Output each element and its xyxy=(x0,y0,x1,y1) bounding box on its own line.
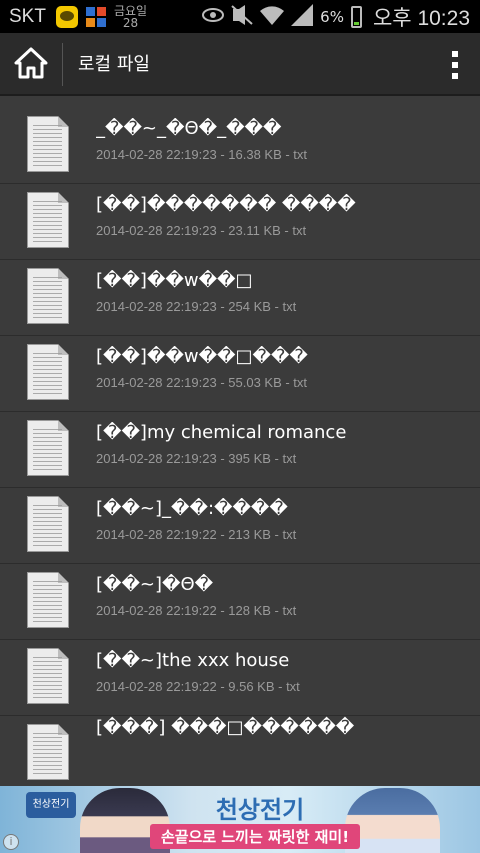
battery-percent: 6% xyxy=(320,7,344,26)
file-meta: 2014-02-28 22:19:23 - 55.03 KB - txt xyxy=(96,375,308,390)
list-item[interactable]: [��~]the xxx house 2014-02-28 22:19:22 -… xyxy=(0,640,480,716)
action-bar-divider xyxy=(62,43,63,86)
text-file-icon xyxy=(27,420,69,476)
kakaotalk-icon xyxy=(55,5,78,28)
app-block-icon xyxy=(85,6,106,27)
list-item[interactable]: [��]��w��□��� 2014-02-28 22:19:23 - 55.0… xyxy=(0,336,480,412)
overflow-menu-button[interactable] xyxy=(430,33,480,96)
eye-icon xyxy=(202,7,225,27)
file-name: [��]my chemical romance xyxy=(96,422,347,443)
text-file-icon xyxy=(27,192,69,248)
file-name: _��~_�Θ�_��� xyxy=(96,118,282,139)
overflow-dot xyxy=(452,72,458,79)
list-item[interactable]: [��]������� ���� 2014-02-28 22:19:23 - 2… xyxy=(0,184,480,260)
overflow-dot xyxy=(452,61,458,68)
carrier-label: SKT xyxy=(9,5,46,27)
clock: 오후 10:23 xyxy=(372,6,470,30)
list-item[interactable]: [���] ���□������ xyxy=(0,716,480,786)
file-meta: 2014-02-28 22:19:22 - 9.56 KB - txt xyxy=(96,679,300,694)
text-file-icon xyxy=(27,572,69,628)
ad-title: 천상전기 xyxy=(215,796,305,824)
ad-banner[interactable]: 천상전기 천상전기 손끝으로 느끼는 짜릿한 재미! i xyxy=(0,786,480,853)
file-meta: 2014-02-28 22:19:23 - 254 KB - txt xyxy=(96,299,297,314)
text-file-icon xyxy=(27,344,69,400)
weekday-label: 금요일 xyxy=(113,3,148,18)
ad-logo: 천상전기 xyxy=(26,792,76,818)
list-item[interactable]: _��~_�Θ�_��� 2014-02-28 22:19:23 - 16.38… xyxy=(0,108,480,184)
file-meta: 2014-02-28 22:19:23 - 23.11 KB - txt xyxy=(96,223,307,238)
list-item[interactable]: [��~]�Θ� 2014-02-28 22:19:22 - 128 KB - … xyxy=(0,564,480,640)
text-file-icon xyxy=(27,648,69,704)
overflow-menu-icon xyxy=(452,50,458,57)
file-meta: 2014-02-28 22:19:22 - 213 KB - txt xyxy=(96,527,297,542)
file-meta: 2014-02-28 22:19:22 - 128 KB - txt xyxy=(96,603,297,618)
file-name: [��~]the xxx house xyxy=(96,650,290,671)
file-name: [��]������� ���� xyxy=(96,194,356,215)
file-list[interactable]: _��~_�Θ�_��� 2014-02-28 22:19:23 - 16.38… xyxy=(0,96,480,786)
file-name: [��~]_��:���� xyxy=(96,498,288,519)
file-name: [��]��w��□��� xyxy=(96,346,308,367)
status-bar: SKT 금요일 28 6% 오후 10:23 xyxy=(0,0,480,33)
list-item[interactable]: [��~]_��:���� 2014-02-28 22:19:22 - 213 … xyxy=(0,488,480,564)
page-title: 로컬 파일 xyxy=(78,54,150,75)
list-item[interactable]: [��]my chemical romance 2014-02-28 22:19… xyxy=(0,412,480,488)
wifi-icon xyxy=(260,5,285,29)
date-widget: 금요일 28 xyxy=(114,5,147,29)
home-icon xyxy=(14,47,48,83)
ad-subtitle: 손끝으로 느끼는 짜릿한 재미! xyxy=(150,824,360,849)
text-file-icon xyxy=(27,724,69,780)
text-file-icon xyxy=(27,496,69,552)
list-item[interactable]: [��]��w��□ 2014-02-28 22:19:23 - 254 KB … xyxy=(0,260,480,336)
mute-icon xyxy=(231,4,253,29)
info-icon[interactable]: i xyxy=(3,834,19,850)
file-name: [��]��w��□ xyxy=(96,270,253,291)
text-file-icon xyxy=(27,268,69,324)
file-name: [��~]�Θ� xyxy=(96,574,214,595)
action-bar: 로컬 파일 xyxy=(0,33,480,96)
home-button[interactable] xyxy=(0,33,62,96)
file-name: [���] ���□������ xyxy=(96,717,355,738)
signal-icon xyxy=(291,3,314,30)
file-meta: 2014-02-28 22:19:23 - 16.38 KB - txt xyxy=(96,147,308,162)
file-meta: 2014-02-28 22:19:23 - 395 KB - txt xyxy=(96,451,297,466)
text-file-icon xyxy=(27,116,69,172)
day-label: 28 xyxy=(122,15,139,30)
battery-icon xyxy=(350,5,362,28)
